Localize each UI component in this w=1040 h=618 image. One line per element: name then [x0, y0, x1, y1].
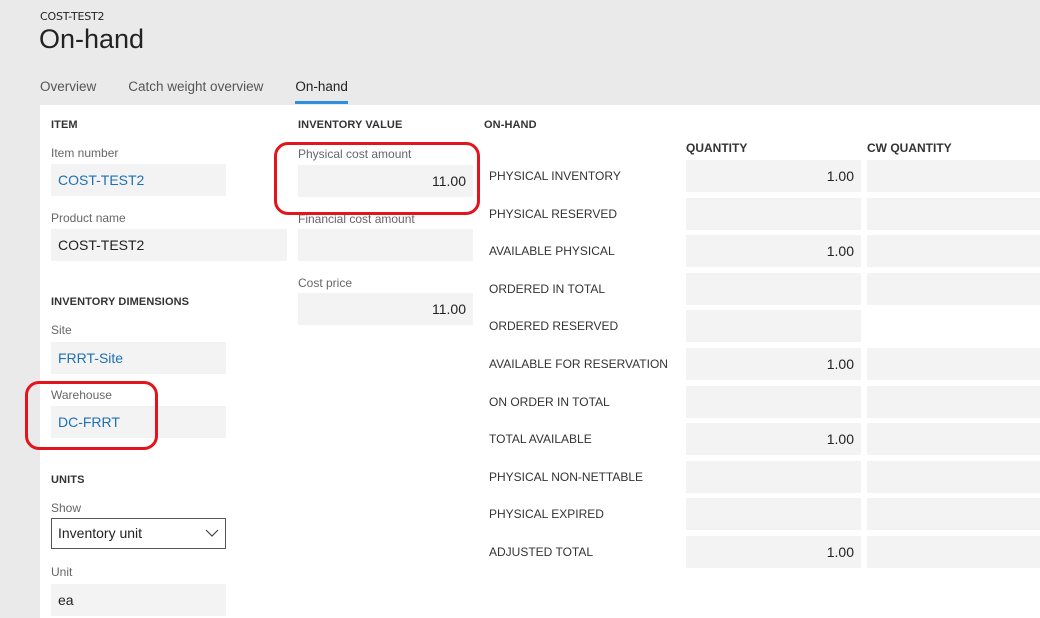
cw-quantity-field-adjusted-total[interactable]	[867, 536, 1040, 568]
row-label-ordered-reserved: ORDERED RESERVED	[489, 319, 619, 333]
breadcrumb: COST-TEST2	[40, 10, 105, 23]
tab-catch-weight-overview[interactable]: Catch weight overview	[128, 79, 263, 105]
cw-quantity-field-available-for-reservation[interactable]	[867, 348, 1040, 380]
quantity-field-ordered-reserved[interactable]	[686, 310, 861, 342]
quantity-field-total-available[interactable]: 1.00	[686, 423, 861, 455]
site-label: Site	[51, 323, 72, 337]
quantity-field-available-physical[interactable]: 1.00	[686, 235, 861, 267]
show-unit-value: Inventory unit	[58, 525, 143, 541]
row-label-total-available: TOTAL AVAILABLE	[489, 432, 592, 446]
item-number-field[interactable]: COST-TEST2	[51, 164, 226, 196]
cw-quantity-field-available-physical[interactable]	[867, 235, 1040, 267]
quantity-field-physical-non-nettable[interactable]	[686, 461, 861, 493]
physical-cost-amount-field[interactable]: 11.00	[298, 165, 473, 197]
tab-on-hand[interactable]: On-hand	[295, 79, 348, 105]
row-label-physical-inventory: PHYSICAL INVENTORY	[489, 169, 621, 183]
financial-cost-amount-field[interactable]	[298, 229, 473, 261]
on-hand-panel: ITEM Item number COST-TEST2 Product name…	[25, 105, 1040, 618]
item-section-title: ITEM	[51, 119, 78, 131]
cw-quantity-field-physical-inventory[interactable]	[867, 160, 1040, 192]
row-label-on-order-in-total: ON ORDER IN TOTAL	[489, 395, 610, 409]
unit-field[interactable]: ea	[51, 584, 226, 616]
chevron-down-icon	[205, 529, 219, 537]
units-section-title: UNITS	[51, 474, 85, 486]
cw-quantity-field-total-available[interactable]	[867, 423, 1040, 455]
row-label-ordered-in-total: ORDERED IN TOTAL	[489, 282, 606, 296]
financial-cost-amount-label: Financial cost amount	[298, 212, 415, 226]
cost-price-label: Cost price	[298, 276, 353, 290]
cw-quantity-field-on-order-in-total[interactable]	[867, 386, 1040, 418]
inventory-value-section-title: INVENTORY VALUE	[298, 119, 403, 131]
quantity-field-physical-inventory[interactable]: 1.00	[686, 160, 861, 192]
quantity-field-on-order-in-total[interactable]	[686, 386, 861, 418]
row-label-physical-expired: PHYSICAL EXPIRED	[489, 507, 604, 521]
quantity-column-header: QUANTITY	[686, 141, 748, 155]
on-hand-section-title: ON-HAND	[484, 119, 537, 131]
cw-quantity-field-ordered-in-total[interactable]	[867, 273, 1040, 305]
quantity-field-adjusted-total[interactable]: 1.00	[686, 536, 861, 568]
show-unit-dropdown[interactable]: Inventory unit	[51, 518, 226, 549]
warehouse-field[interactable]: DC-FRRT	[51, 406, 226, 438]
site-field[interactable]: FRRT-Site	[51, 342, 226, 374]
row-label-available-for-reservation: AVAILABLE FOR RESERVATION	[489, 357, 668, 371]
row-label-physical-non-nettable: PHYSICAL NON-NETTABLE	[489, 470, 644, 484]
cw-quantity-field-physical-non-nettable[interactable]	[867, 461, 1040, 493]
item-number-label: Item number	[51, 146, 119, 160]
tab-bar: Overview Catch weight overview On-hand	[40, 79, 380, 105]
physical-cost-amount-label: Physical cost amount	[298, 147, 412, 161]
cw-quantity-column-header: CW QUANTITY	[867, 141, 952, 155]
quantity-field-ordered-in-total[interactable]	[686, 273, 861, 305]
quantity-field-physical-reserved[interactable]	[686, 198, 861, 230]
page-title: On-hand	[39, 24, 145, 54]
inventory-dimensions-section-title: INVENTORY DIMENSIONS	[51, 296, 190, 308]
show-label: Show	[51, 501, 82, 515]
product-name-label: Product name	[51, 211, 126, 225]
cw-quantity-field-physical-expired[interactable]	[867, 498, 1040, 530]
row-label-adjusted-total: ADJUSTED TOTAL	[489, 545, 594, 559]
warehouse-label: Warehouse	[51, 388, 112, 402]
cost-price-field[interactable]: 11.00	[298, 293, 473, 325]
quantity-field-physical-expired[interactable]	[686, 498, 861, 530]
product-name-field[interactable]: COST-TEST2	[51, 229, 287, 261]
quantity-field-available-for-reservation[interactable]: 1.00	[686, 348, 861, 380]
unit-label: Unit	[51, 565, 73, 579]
row-label-physical-reserved: PHYSICAL RESERVED	[489, 207, 618, 221]
row-label-available-physical: AVAILABLE PHYSICAL	[489, 244, 615, 258]
cw-quantity-field-physical-reserved[interactable]	[867, 198, 1040, 230]
tab-overview[interactable]: Overview	[40, 79, 96, 105]
